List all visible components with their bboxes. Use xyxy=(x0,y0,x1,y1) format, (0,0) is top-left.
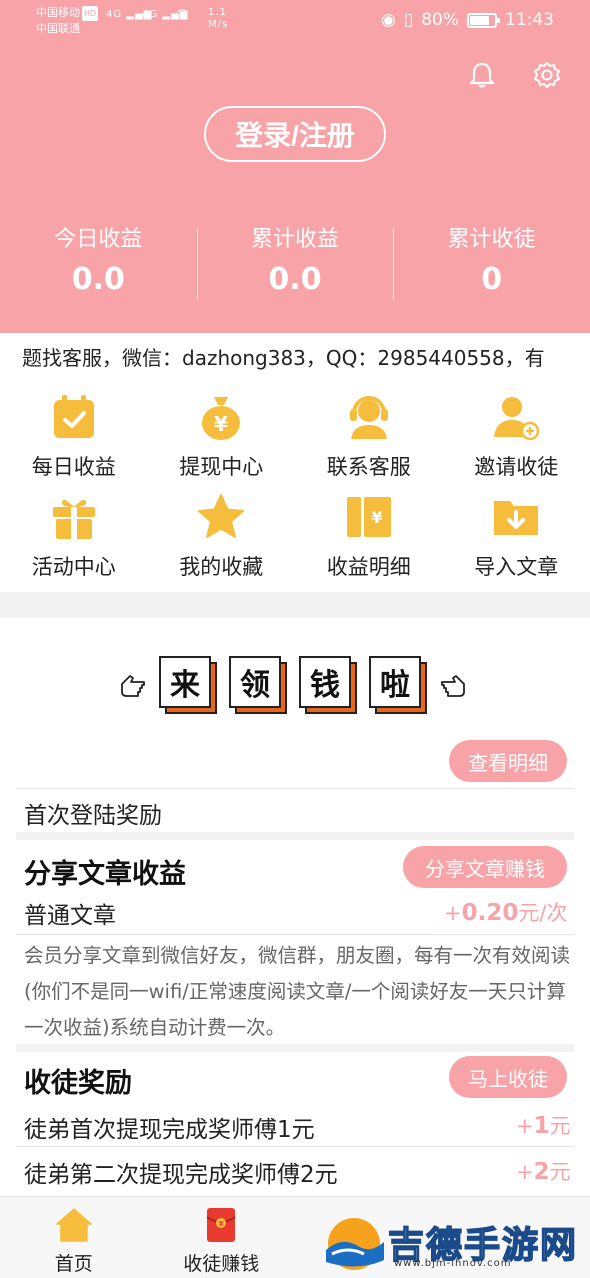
stat-value: 0.0 xyxy=(268,262,322,297)
first-login-reward: 首次登陆奖励 xyxy=(24,803,162,829)
recruit-item-1-amount: +1元 xyxy=(516,1113,571,1139)
login-register-button[interactable]: 登录/注册 xyxy=(204,106,386,162)
wifi-icon: ◠ xyxy=(176,6,190,22)
nav-label: 收徒赚钱 xyxy=(183,1253,260,1275)
collect-money-banner: 来 领 钱 啦 xyxy=(108,652,478,718)
section-separator xyxy=(16,1044,574,1052)
grid-item-earnings-detail[interactable]: ¥ 收益明细 xyxy=(295,485,443,585)
star-icon xyxy=(198,494,245,538)
red-envelope-icon: ¥ xyxy=(206,1208,236,1242)
grid-item-withdraw-center[interactable]: ¥ 提现中心 xyxy=(148,385,296,485)
status-time: 11:43 xyxy=(505,10,554,30)
hd-badge: HD xyxy=(82,6,99,21)
bell-icon[interactable] xyxy=(467,60,497,90)
stat-value: 0.0 xyxy=(71,262,125,297)
view-detail-button[interactable]: 查看明细 xyxy=(449,740,567,782)
grid-item-daily-earnings[interactable]: 每日收益 xyxy=(0,385,148,485)
battery-pct: 80% xyxy=(421,10,459,30)
nav-home[interactable]: 首页 xyxy=(0,1197,148,1278)
grid-label: 邀请收徒 xyxy=(474,455,559,479)
banner-tile: 领 xyxy=(229,656,287,714)
add-user-icon xyxy=(494,397,540,441)
stat-value: 0 xyxy=(481,262,503,297)
grid-label: 联系客服 xyxy=(326,455,411,479)
grid-label: 每日收益 xyxy=(31,455,116,479)
nav-label: 首页 xyxy=(54,1253,93,1275)
pointing-hand-left-icon xyxy=(121,675,145,697)
carrier-1: 中国移动 xyxy=(36,6,80,19)
feature-grid: 每日收益 ¥ 提现中心 联系客服 邀请收徒 活动中心 我的收藏 ¥ 收益明细 导… xyxy=(0,385,590,585)
status-bar: 中国移动 HD 中国联通 4G ▂▄▆ 4G ▂▄▆ ◠ 1.1 M/s ◉ ▯ … xyxy=(0,0,590,42)
home-icon xyxy=(56,1208,92,1242)
stat-label: 今日收益 xyxy=(54,227,143,252)
notice-marquee: 题找客服，微信：dazhong383，QQ：2985440558，有 xyxy=(22,346,545,370)
share-earnings-title: 分享文章收益 xyxy=(24,859,186,890)
recruit-item-1: 徒弟首次提现完成奖师傅1元 xyxy=(24,1117,315,1143)
normal-article-price: +0.20元/次 xyxy=(444,900,568,926)
headset-icon xyxy=(349,396,388,439)
divider xyxy=(16,788,574,789)
section-separator xyxy=(16,832,574,840)
stat-total-apprentices: 累计收徒 0 xyxy=(393,222,590,304)
status-right: ◉ ▯ 80% 11:43 xyxy=(381,10,554,30)
svg-text:¥: ¥ xyxy=(371,508,382,527)
profile-header: 中国移动 HD 中国联通 4G ▂▄▆ 4G ▂▄▆ ◠ 1.1 M/s ◉ ▯ … xyxy=(0,0,590,333)
recruit-reward-title: 收徒奖励 xyxy=(24,1068,132,1099)
grid-item-invite-apprentice[interactable]: 邀请收徒 xyxy=(443,385,590,485)
pointing-hand-right-icon xyxy=(441,675,465,697)
nav-recruit-earn[interactable]: ¥ 收徒赚钱 xyxy=(148,1197,296,1278)
eye-icon: ◉ xyxy=(381,10,396,30)
money-bag-icon: ¥ xyxy=(202,397,241,440)
section-gap xyxy=(0,592,590,618)
net-speed: 1.1 M/s xyxy=(208,7,229,30)
svg-text:¥: ¥ xyxy=(219,1220,224,1228)
recruit-now-button[interactable]: 马上收徒 xyxy=(449,1056,567,1098)
share-article-button[interactable]: 分享文章赚钱 xyxy=(403,846,567,888)
carrier-2: 中国联通 xyxy=(36,22,80,35)
carrier-info: 中国移动 HD 中国联通 xyxy=(36,5,99,36)
grid-item-import-article[interactable]: 导入文章 xyxy=(443,485,590,585)
stats-row: 今日收益 0.0 累计收益 0.0 累计收徒 0 xyxy=(0,222,590,304)
grid-item-activity-center[interactable]: 活动中心 xyxy=(0,485,148,585)
recruit-item-2: 徒弟第二次提现完成奖师傅2元 xyxy=(24,1162,338,1188)
grid-label: 我的收藏 xyxy=(179,555,264,579)
grid-item-customer-service[interactable]: 联系客服 xyxy=(295,385,443,485)
divider xyxy=(16,1146,574,1147)
stat-today-earnings: 今日收益 0.0 xyxy=(0,222,197,304)
banner-tile: 来 xyxy=(159,656,217,714)
battery-icon xyxy=(467,12,500,28)
divider xyxy=(16,934,574,935)
ticket-icon: ¥ xyxy=(346,497,391,537)
site-watermark: 吉德手游网 www.bjm-ihnov.com xyxy=(318,1208,590,1278)
watermark-logo-icon xyxy=(326,1218,384,1270)
vibrate-icon: ▯ xyxy=(403,10,414,30)
banner-tile: 钱 xyxy=(299,656,357,714)
grid-label: 收益明细 xyxy=(326,555,411,579)
stat-total-earnings: 累计收益 0.0 xyxy=(196,222,394,304)
grid-label: 提现中心 xyxy=(179,455,264,479)
normal-article-label: 普通文章 xyxy=(24,903,116,929)
stat-label: 累计收徒 xyxy=(447,227,536,252)
stat-label: 累计收益 xyxy=(251,227,340,252)
gift-icon xyxy=(52,499,95,539)
grid-label: 活动中心 xyxy=(31,555,116,579)
share-rule-description: 会员分享文章到微信好友，微信群，朋友圈，每有一次有效阅读(你们不是同一wifi/… xyxy=(24,944,571,1039)
calendar-check-icon xyxy=(53,395,94,438)
recruit-item-2-amount: +2元 xyxy=(516,1159,571,1185)
watermark-url: www.bjm-ihnov.com xyxy=(394,1258,512,1269)
settings-gear-icon[interactable] xyxy=(532,60,562,90)
folder-download-icon xyxy=(494,501,539,535)
svg-text:¥: ¥ xyxy=(214,412,228,436)
grid-label: 导入文章 xyxy=(474,555,559,579)
banner-tile: 啦 xyxy=(369,656,427,714)
grid-item-my-favorites[interactable]: 我的收藏 xyxy=(148,485,296,585)
